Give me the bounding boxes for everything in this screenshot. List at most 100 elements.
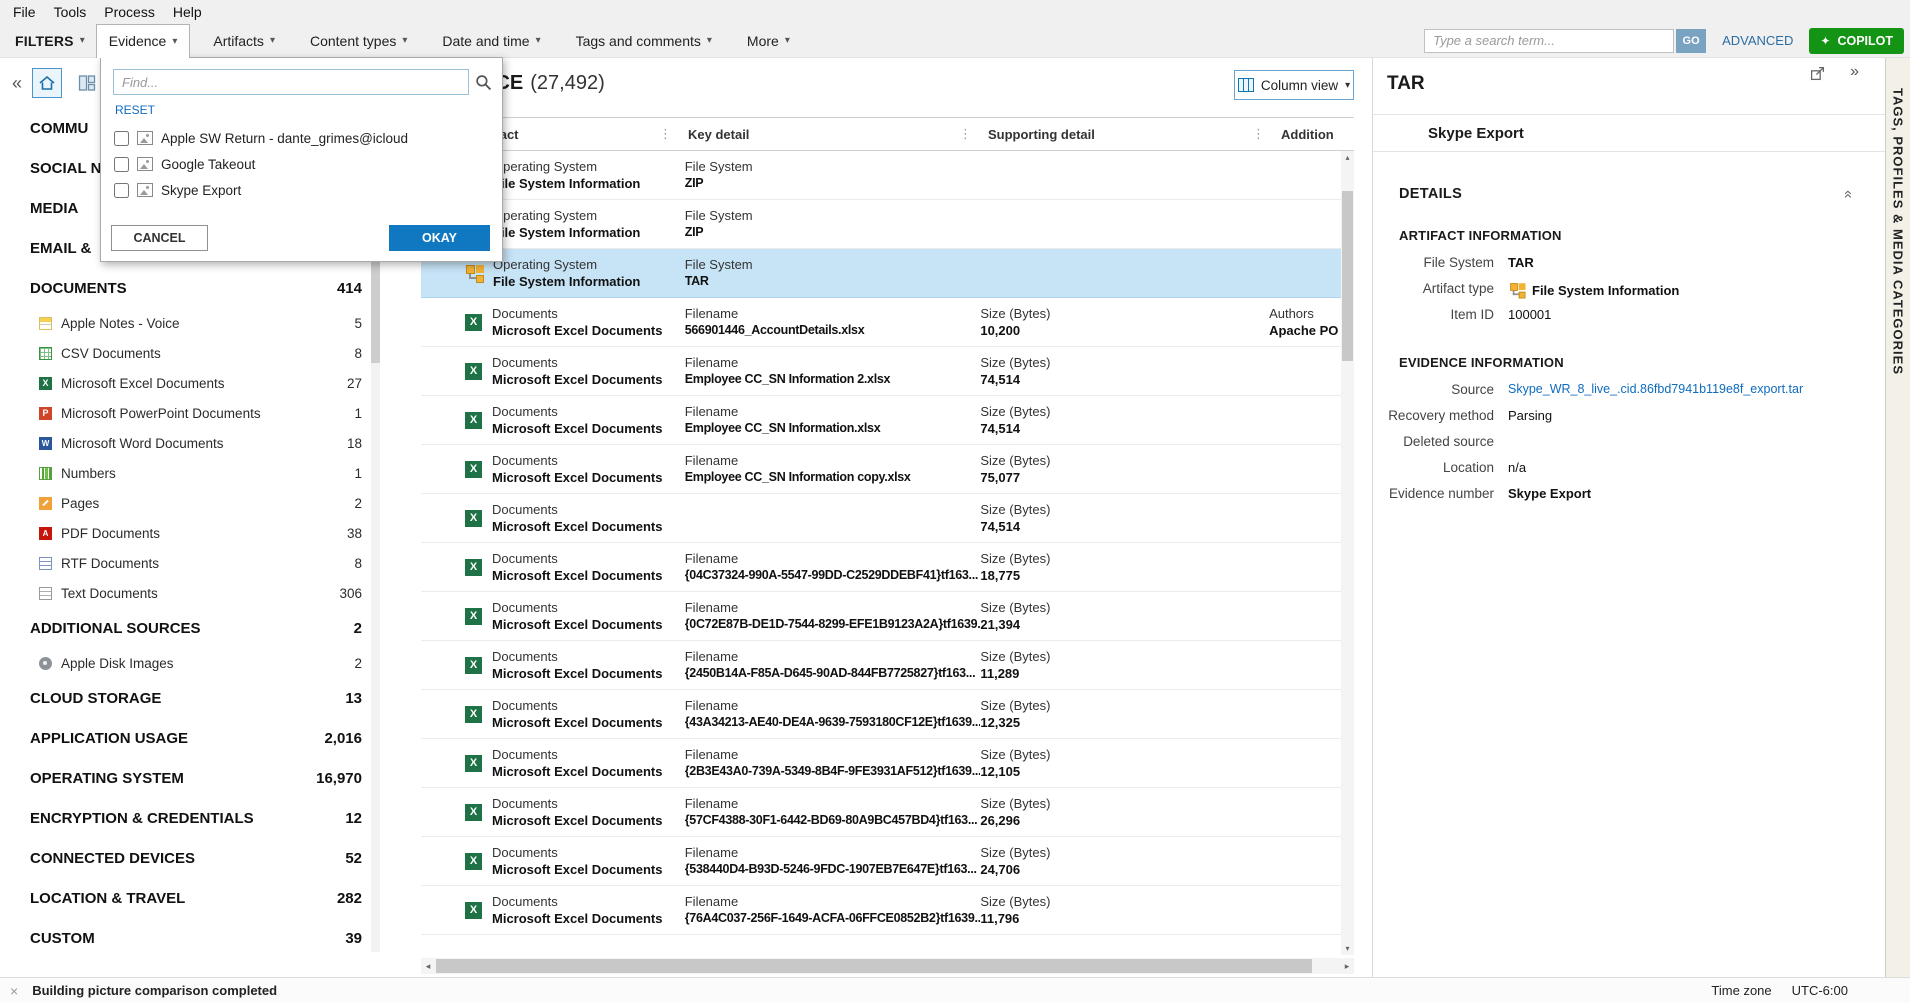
timezone-value[interactable]: UTC-6:00: [1792, 983, 1848, 998]
table-row[interactable]: DocumentsMicrosoft Excel DocumentsFilena…: [421, 543, 1341, 592]
table-row[interactable]: DocumentsMicrosoft Excel DocumentsFilena…: [421, 690, 1341, 739]
okay-button[interactable]: OKAY: [389, 225, 490, 251]
scroll-left-icon[interactable]: ◂: [421, 958, 435, 974]
table-row[interactable]: DocumentsMicrosoft Excel DocumentsFilena…: [421, 396, 1341, 445]
sidebar-category-connected-devices[interactable]: CONNECTED DEVICES52: [0, 838, 380, 878]
evidence-item-checkbox[interactable]: [114, 131, 129, 146]
advanced-search-link[interactable]: ADVANCED: [1722, 33, 1793, 48]
table-row[interactable]: Operating SystemFile System InformationF…: [421, 200, 1341, 249]
artifact-category: Operating System: [493, 158, 640, 175]
key-detail-value: TAR: [685, 273, 981, 290]
evidence-source-icon: [137, 183, 153, 197]
sidebar-category-documents[interactable]: DOCUMENTS414: [0, 268, 380, 308]
menu-item-help[interactable]: Help: [164, 4, 211, 20]
vertical-scrollbar-thumb[interactable]: [1342, 191, 1353, 361]
key-detail-label: Filename: [685, 354, 981, 371]
sidebar-item-csv-documents[interactable]: CSV Documents8: [0, 338, 380, 368]
table-row[interactable]: DocumentsMicrosoft Excel DocumentsSize (…: [421, 494, 1341, 543]
collapse-section-icon[interactable]: «: [1840, 190, 1857, 199]
table-row[interactable]: DocumentsMicrosoft Excel DocumentsFilena…: [421, 739, 1341, 788]
collapse-panel-icon[interactable]: «: [12, 73, 22, 94]
evidence-filter-item[interactable]: Google Takeout: [101, 151, 502, 177]
scroll-down-icon[interactable]: ▾: [1341, 942, 1354, 955]
table-row[interactable]: DocumentsMicrosoft Excel DocumentsFilena…: [421, 886, 1341, 935]
reset-link[interactable]: RESET: [115, 103, 155, 117]
sidebar-item-apple-notes-voice[interactable]: Apple Notes - Voice5: [0, 308, 380, 338]
column-menu-icon[interactable]: ⋮: [659, 126, 672, 142]
sidebar-category-location-travel[interactable]: LOCATION & TRAVEL282: [0, 878, 380, 918]
sidebar-category-count: 414: [337, 280, 362, 297]
copilot-button[interactable]: ✦ COPILOT: [1809, 28, 1904, 54]
evidence-filter-item[interactable]: Skype Export: [101, 177, 502, 203]
sidebar-item-microsoft-word-documents[interactable]: Microsoft Word Documents18: [0, 428, 380, 458]
filter-dropdown-content-types[interactable]: Content types▾: [298, 24, 419, 58]
key-detail: Filename{2450B14A-F85A-D645-90AD-844FB77…: [685, 641, 981, 689]
sidebar-item-pdf-documents[interactable]: PDF Documents38: [0, 518, 380, 548]
sidebar-category-custom[interactable]: CUSTOM39: [0, 918, 380, 958]
sidebar-category-additional-sources[interactable]: ADDITIONAL SOURCES2: [0, 608, 380, 648]
filter-dropdown-artifacts[interactable]: Artifacts▾: [201, 24, 287, 58]
sidebar-item-rtf-documents[interactable]: RTF Documents8: [0, 548, 380, 578]
filter-dropdown-more[interactable]: More▾: [735, 24, 802, 58]
table-horizontal-scrollbar[interactable]: ◂ ▸: [421, 958, 1354, 974]
filter-dropdown-date-and-time[interactable]: Date and time▾: [430, 24, 552, 58]
detail-value-text: File System Information: [1532, 283, 1679, 298]
popout-panel-icon[interactable]: [1810, 66, 1825, 84]
table-row[interactable]: DocumentsMicrosoft Excel DocumentsFilena…: [421, 837, 1341, 886]
table-row[interactable]: DocumentsMicrosoft Excel DocumentsFilena…: [421, 347, 1341, 396]
table-row[interactable]: Operating SystemFile System InformationF…: [421, 249, 1341, 298]
cancel-button[interactable]: CANCEL: [111, 225, 208, 251]
column-header-key-detail[interactable]: Key detail ⋮: [688, 118, 988, 150]
key-detail-value: {0C72E87B-DE1D-7544-8299-EFE1B9123A2A}tf…: [685, 616, 981, 633]
table-row[interactable]: DocumentsMicrosoft Excel DocumentsFilena…: [421, 788, 1341, 837]
scroll-right-icon[interactable]: ▸: [1340, 958, 1354, 974]
evidence-name-header[interactable]: Skype Export: [1373, 114, 1885, 152]
evidence-filter-item[interactable]: Apple SW Return - dante_grimes@icloud: [101, 125, 502, 151]
table-vertical-scrollbar[interactable]: ▴ ▾: [1341, 151, 1354, 955]
menu-item-tools[interactable]: Tools: [45, 4, 96, 20]
column-menu-icon[interactable]: ⋮: [959, 126, 972, 142]
sidebar-item-microsoft-excel-documents[interactable]: Microsoft Excel Documents27: [0, 368, 380, 398]
sidebar-item-text-documents[interactable]: Text Documents306: [0, 578, 380, 608]
sidebar-item-count: 5: [354, 316, 362, 331]
right-side-tab[interactable]: TAGS, PROFILES & MEDIA CATEGORIES: [1885, 58, 1910, 977]
sidebar-category-cloud-storage[interactable]: CLOUD STORAGE13: [0, 678, 380, 718]
details-section-header[interactable]: DETAILS «: [1373, 182, 1885, 206]
search-input[interactable]: [1424, 29, 1674, 53]
supporting-detail-label: Size (Bytes): [980, 403, 1269, 420]
evidence-find-input[interactable]: [113, 69, 469, 95]
evidence-item-checkbox[interactable]: [114, 157, 129, 172]
table-row[interactable]: DocumentsMicrosoft Excel DocumentsFilena…: [421, 641, 1341, 690]
sidebar-item-numbers[interactable]: Numbers1: [0, 458, 380, 488]
menu-item-process[interactable]: Process: [95, 4, 164, 20]
home-view-button[interactable]: [32, 68, 62, 98]
collapse-panel-right-icon[interactable]: »: [1850, 63, 1859, 81]
sidebar-category-operating-system[interactable]: OPERATING SYSTEM16,970: [0, 758, 380, 798]
column-view-button[interactable]: Column view ▾: [1234, 70, 1354, 100]
horizontal-scrollbar-thumb[interactable]: [436, 959, 1312, 973]
filter-dropdown-tags-and-comments[interactable]: Tags and comments▾: [564, 24, 724, 58]
artifact-category: Operating System: [493, 256, 640, 273]
layout-view-button[interactable]: [72, 68, 102, 98]
detail-value[interactable]: Skype_WR_8_live_.cid.86fbd7941b119e8f_ex…: [1508, 382, 1803, 396]
detail-value: Parsing: [1508, 408, 1552, 423]
sidebar-item-apple-disk-images[interactable]: Apple Disk Images2: [0, 648, 380, 678]
close-notification-icon[interactable]: ×: [10, 983, 18, 999]
scroll-up-icon[interactable]: ▴: [1341, 151, 1354, 164]
filter-dropdown-evidence[interactable]: Evidence▾: [96, 24, 191, 58]
column-menu-icon[interactable]: ⋮: [1252, 126, 1265, 142]
evidence-item-checkbox[interactable]: [114, 183, 129, 198]
sidebar-category-application-usage[interactable]: APPLICATION USAGE2,016: [0, 718, 380, 758]
sidebar-item-pages[interactable]: Pages2: [0, 488, 380, 518]
sidebar-item-microsoft-powerpoint-documents[interactable]: Microsoft PowerPoint Documents1: [0, 398, 380, 428]
table-row[interactable]: DocumentsMicrosoft Excel DocumentsFilena…: [421, 298, 1341, 347]
menu-item-file[interactable]: File: [4, 4, 45, 20]
status-message: Building picture comparison completed: [32, 983, 277, 998]
table-row[interactable]: Operating SystemFile System InformationF…: [421, 151, 1341, 200]
table-row[interactable]: DocumentsMicrosoft Excel DocumentsFilena…: [421, 445, 1341, 494]
column-header-additional-detail[interactable]: Addition: [1281, 118, 1354, 150]
table-row[interactable]: DocumentsMicrosoft Excel DocumentsFilena…: [421, 592, 1341, 641]
column-header-supporting-detail[interactable]: Supporting detail ⋮: [988, 118, 1281, 150]
go-button[interactable]: GO: [1676, 29, 1706, 53]
sidebar-category-encryption-credentials[interactable]: ENCRYPTION & CREDENTIALS12: [0, 798, 380, 838]
